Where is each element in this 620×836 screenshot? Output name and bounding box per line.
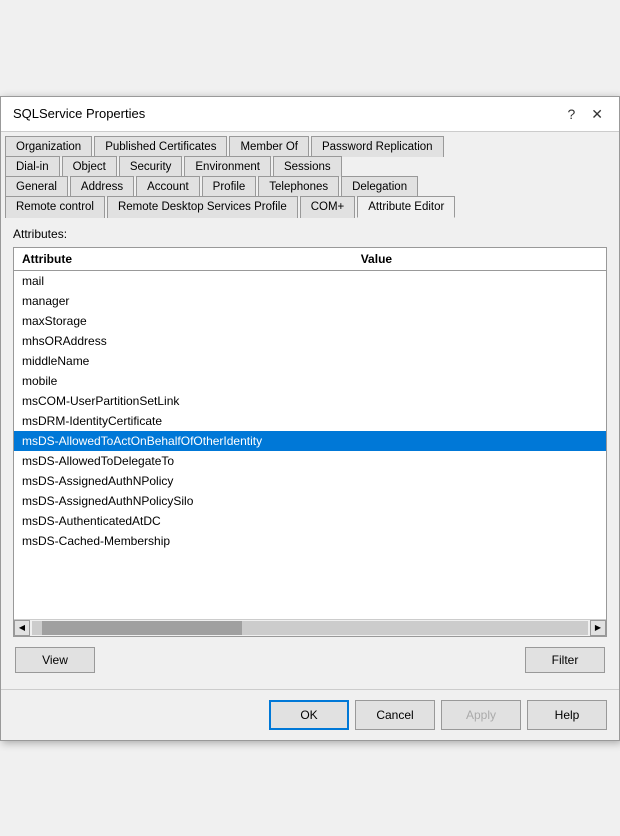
- apply-button[interactable]: Apply: [441, 700, 521, 730]
- cell-attribute: msCOM-UserPartitionSetLink: [22, 394, 356, 408]
- cell-attribute: msDS-AuthenticatedAtDC: [22, 514, 356, 528]
- tab-remote-desktop-services[interactable]: Remote Desktop Services Profile: [107, 196, 298, 218]
- cell-value: [356, 394, 598, 408]
- tab-dial-in[interactable]: Dial-in: [5, 156, 60, 177]
- table-row[interactable]: msDS-Cached-Membership: [14, 531, 606, 551]
- tab-password-replication[interactable]: Password Replication: [311, 136, 444, 157]
- cell-attribute: maxStorage: [22, 314, 356, 328]
- cancel-button[interactable]: Cancel: [355, 700, 435, 730]
- horizontal-scrollbar[interactable]: ◀ ▶: [14, 619, 606, 636]
- cell-attribute: msDS-Cached-Membership: [22, 534, 356, 548]
- attributes-table: Attribute Value mail manager maxStorage mhs…: [13, 247, 607, 637]
- titlebar-controls: ? ✕: [563, 105, 607, 123]
- cell-value: [356, 334, 598, 348]
- help-footer-button[interactable]: Help: [527, 700, 607, 730]
- cell-attribute: msDS-AllowedToActOnBehalfOfOtherIdentity: [22, 434, 356, 448]
- h-scroll-track[interactable]: [32, 621, 588, 635]
- h-scroll-thumb: [42, 621, 242, 635]
- table-row[interactable]: msDS-AssignedAuthNPolicy: [14, 471, 606, 491]
- tab-account[interactable]: Account: [136, 176, 200, 197]
- cell-attribute: msDS-AllowedToDelegateTo: [22, 454, 356, 468]
- filter-button[interactable]: Filter: [525, 647, 605, 673]
- tab-row-3: General Address Account Profile Telephon…: [5, 176, 615, 196]
- table-row[interactable]: msDS-AllowedToDelegateTo: [14, 451, 606, 471]
- tab-member-of[interactable]: Member Of: [229, 136, 309, 157]
- cell-value: [356, 374, 598, 388]
- tab-published-certificates[interactable]: Published Certificates: [94, 136, 227, 157]
- table-row[interactable]: mobile: [14, 371, 606, 391]
- attributes-label: Attributes:: [13, 227, 607, 241]
- table-row[interactable]: mail: [14, 271, 606, 291]
- cell-attribute: mhsORAddress: [22, 334, 356, 348]
- tab-com-plus[interactable]: COM+: [300, 196, 356, 218]
- table-row[interactable]: manager: [14, 291, 606, 311]
- table-row[interactable]: msDS-AllowedToActOnBehalfOfOtherIdentity: [14, 431, 606, 451]
- tab-attribute-editor[interactable]: Attribute Editor: [357, 196, 455, 218]
- col-header-value: Value: [361, 252, 583, 266]
- cell-attribute: mail: [22, 274, 356, 288]
- cell-value: [356, 534, 598, 548]
- tab-environment[interactable]: Environment: [184, 156, 271, 177]
- cell-value: [356, 514, 598, 528]
- cell-value: [356, 454, 598, 468]
- cell-value: [356, 294, 598, 308]
- help-button[interactable]: ?: [563, 105, 579, 123]
- table-body[interactable]: mail manager maxStorage mhsORAddress middleN…: [14, 271, 606, 619]
- table-row[interactable]: maxStorage: [14, 311, 606, 331]
- cell-value: [356, 494, 598, 508]
- window-title: SQLService Properties: [13, 106, 145, 121]
- view-button[interactable]: View: [15, 647, 95, 673]
- table-row[interactable]: msDS-AuthenticatedAtDC: [14, 511, 606, 531]
- tab-address[interactable]: Address: [70, 176, 134, 197]
- footer: OK Cancel Apply Help: [1, 689, 619, 740]
- tab-row-2: Dial-in Object Security Environment Sess…: [5, 156, 615, 176]
- tab-remote-control[interactable]: Remote control: [5, 196, 105, 218]
- tab-sessions[interactable]: Sessions: [273, 156, 342, 177]
- tab-row-4: Remote control Remote Desktop Services P…: [5, 196, 615, 217]
- cell-value: [356, 354, 598, 368]
- cell-attribute: msDS-AssignedAuthNPolicySilo: [22, 494, 356, 508]
- h-scroll-left-arrow[interactable]: ◀: [14, 620, 30, 636]
- table-row[interactable]: msDS-AssignedAuthNPolicySilo: [14, 491, 606, 511]
- cell-value: [356, 274, 598, 288]
- cell-attribute: manager: [22, 294, 356, 308]
- table-row[interactable]: msDRM-IdentityCertificate: [14, 411, 606, 431]
- table-header: Attribute Value: [14, 248, 606, 271]
- cell-attribute: mobile: [22, 374, 356, 388]
- properties-window: SQLService Properties ? ✕ Organization P…: [0, 96, 620, 741]
- tab-organization[interactable]: Organization: [5, 136, 92, 157]
- cell-value: [356, 314, 598, 328]
- close-button[interactable]: ✕: [587, 105, 607, 123]
- tab-security[interactable]: Security: [119, 156, 183, 177]
- tab-delegation[interactable]: Delegation: [341, 176, 418, 197]
- table-row[interactable]: mhsORAddress: [14, 331, 606, 351]
- cell-attribute: middleName: [22, 354, 356, 368]
- tab-general[interactable]: General: [5, 176, 68, 197]
- content-area: Attributes: Attribute Value mailmanagerm…: [1, 217, 619, 683]
- col-header-attribute: Attribute: [22, 252, 361, 266]
- cell-attribute: msDS-AssignedAuthNPolicy: [22, 474, 356, 488]
- tab-telephones[interactable]: Telephones: [258, 176, 339, 197]
- table-row[interactable]: middleName: [14, 351, 606, 371]
- tab-object[interactable]: Object: [62, 156, 117, 177]
- cell-value: [356, 434, 598, 448]
- table-action-buttons: View Filter: [13, 647, 607, 673]
- cell-attribute: msDRM-IdentityCertificate: [22, 414, 356, 428]
- titlebar: SQLService Properties ? ✕: [1, 97, 619, 132]
- tab-profile[interactable]: Profile: [202, 176, 257, 197]
- cell-value: [356, 474, 598, 488]
- h-scroll-right-arrow[interactable]: ▶: [590, 620, 606, 636]
- tabs-container: Organization Published Certificates Memb…: [1, 132, 619, 217]
- ok-button[interactable]: OK: [269, 700, 349, 730]
- cell-value: [356, 414, 598, 428]
- table-row[interactable]: msCOM-UserPartitionSetLink: [14, 391, 606, 411]
- tab-row-1: Organization Published Certificates Memb…: [5, 136, 615, 156]
